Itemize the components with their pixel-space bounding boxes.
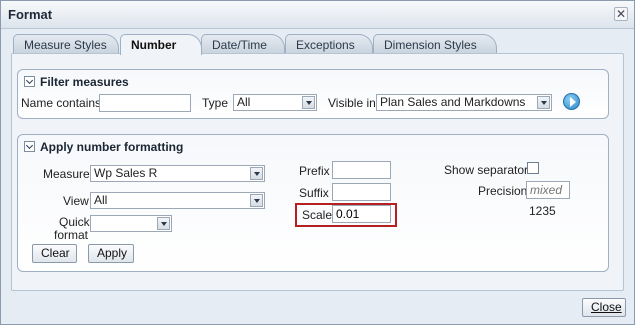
suffix-input[interactable] bbox=[332, 183, 391, 201]
close-icon[interactable]: ✕ bbox=[614, 7, 628, 21]
chevron-down-icon bbox=[537, 96, 550, 109]
precision-label: Precision bbox=[478, 184, 528, 198]
show-separator-label: Show separator bbox=[444, 163, 529, 177]
tab-date-time[interactable]: Date/Time bbox=[201, 34, 285, 54]
measure-select[interactable]: Wp Sales R bbox=[90, 165, 265, 182]
dialog-title: Format bbox=[8, 7, 53, 22]
precision-input[interactable] bbox=[526, 181, 570, 199]
show-separator-checkbox[interactable] bbox=[527, 162, 539, 174]
chevron-down-icon[interactable] bbox=[24, 141, 35, 152]
tab-dimension-styles[interactable]: Dimension Styles bbox=[373, 34, 497, 54]
chevron-down-icon bbox=[157, 217, 170, 230]
prefix-input[interactable] bbox=[332, 161, 391, 179]
name-contains-input[interactable] bbox=[99, 94, 191, 112]
tab-measure-styles[interactable]: Measure Styles bbox=[13, 34, 119, 54]
chevron-down-icon[interactable] bbox=[24, 76, 35, 87]
quick-format-select[interactable] bbox=[90, 215, 172, 232]
filter-measures-header[interactable]: Filter measures bbox=[24, 75, 129, 89]
scale-input[interactable] bbox=[332, 205, 391, 223]
type-select[interactable]: All bbox=[233, 94, 317, 111]
apply-number-formatting-header[interactable]: Apply number formatting bbox=[24, 140, 183, 154]
apply-button[interactable]: Apply bbox=[88, 244, 134, 263]
prefix-label: Prefix bbox=[299, 164, 330, 178]
clear-button[interactable]: Clear bbox=[32, 244, 77, 263]
name-contains-label: Name contains bbox=[21, 96, 102, 110]
view-label: View bbox=[63, 194, 89, 208]
chevron-down-icon bbox=[302, 96, 315, 109]
title-bar: Format ✕ bbox=[1, 1, 634, 29]
scale-label: Scale bbox=[302, 208, 333, 222]
close-button[interactable]: Close bbox=[582, 298, 626, 317]
view-select[interactable]: All bbox=[90, 192, 265, 209]
chevron-down-icon bbox=[250, 194, 263, 207]
tab-number[interactable]: Number bbox=[120, 34, 202, 55]
visible-in-label: Visible in bbox=[328, 96, 376, 110]
chevron-down-icon bbox=[250, 167, 263, 180]
measure-label: Measure bbox=[43, 167, 90, 181]
visible-in-select[interactable]: Plan Sales and Markdowns bbox=[376, 94, 552, 111]
go-arrow-icon[interactable] bbox=[563, 93, 580, 110]
tab-exceptions[interactable]: Exceptions bbox=[285, 34, 373, 54]
format-dialog: Format ✕ Measure Styles Number Date/Time… bbox=[0, 0, 635, 325]
sample-value: 1235 bbox=[529, 204, 556, 218]
quick-format-label-line2: format bbox=[54, 228, 89, 242]
quick-format-label-line1: Quick bbox=[59, 215, 90, 229]
type-label: Type bbox=[202, 96, 229, 110]
suffix-label: Suffix bbox=[299, 186, 329, 200]
